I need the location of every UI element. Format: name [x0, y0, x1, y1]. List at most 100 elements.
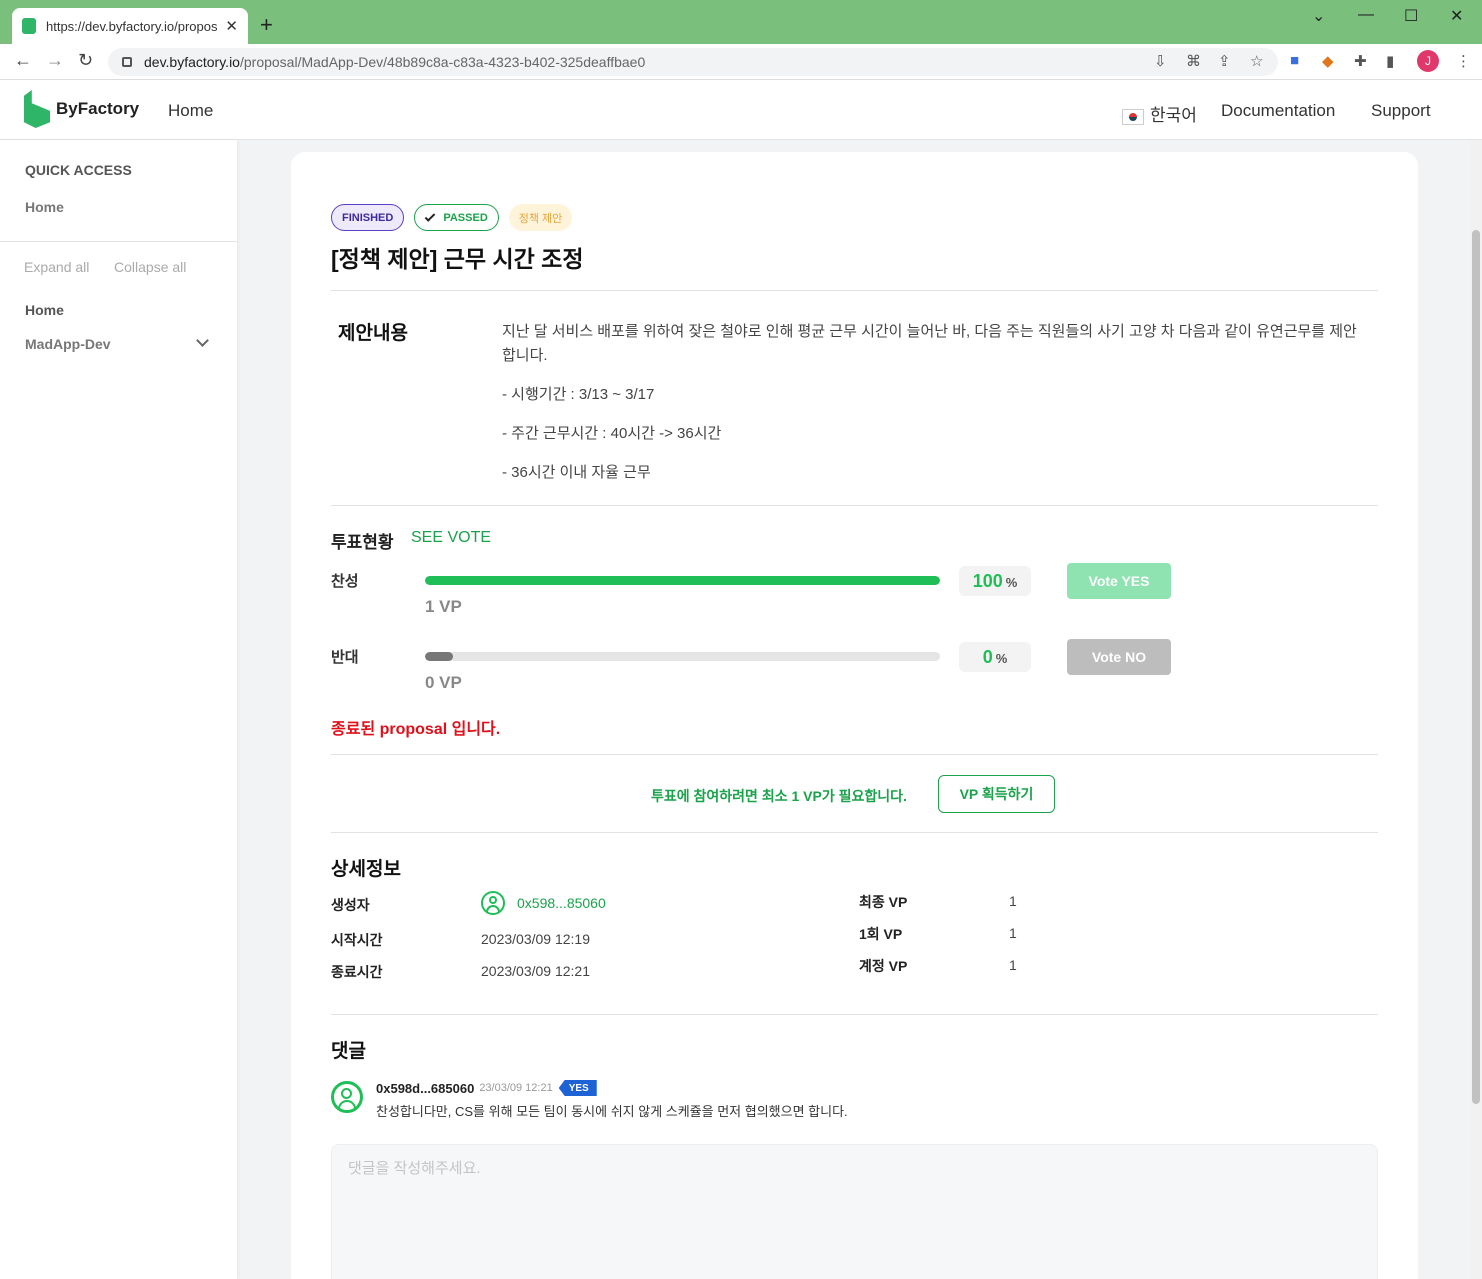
quick-access-home[interactable]: Home — [25, 199, 64, 215]
documentation-link[interactable]: Documentation — [1221, 101, 1335, 121]
yes-progress-fill — [425, 576, 940, 585]
puzzle-extensions-icon[interactable]: ✚ — [1354, 52, 1367, 70]
result-badge: PASSED — [414, 204, 499, 231]
address-bar[interactable]: dev.byfactory.io/proposal/MadApp-Dev/48b… — [108, 48, 1278, 76]
browser-tab-strip: https://dev.byfactory.io/proposa ✕ + ⌄ —… — [0, 0, 1482, 44]
divider — [331, 1014, 1378, 1015]
content-line: - 주간 근무시간 : 40시간 -> 36시간 — [502, 425, 722, 442]
comment-header: 0x598d...685060 23/03/09 12:21 YES — [376, 1080, 597, 1096]
chevron-down-icon[interactable] — [196, 334, 209, 347]
tab-title: https://dev.byfactory.io/proposa — [46, 18, 218, 34]
category-badge: 정책 제안 — [508, 204, 573, 231]
no-percent: 0% — [959, 642, 1031, 672]
comments-heading: 댓글 — [331, 1041, 366, 1062]
divider — [331, 832, 1378, 833]
end-time-label: 종료시간 — [331, 964, 383, 980]
expand-all-button[interactable]: Expand all — [24, 259, 89, 275]
maximize-icon[interactable]: ☐ — [1404, 6, 1418, 26]
new-tab-button[interactable]: + — [260, 12, 273, 38]
sidebar-item-home[interactable]: Home — [25, 302, 64, 318]
proposal-badges: FINISHED PASSED 정책 제안 — [331, 204, 573, 231]
final-vp-label: 최종 VP — [859, 894, 908, 910]
browser-tab[interactable]: https://dev.byfactory.io/proposa ✕ — [12, 8, 248, 44]
sidebar: QUICK ACCESS Home Expand all Collapse al… — [0, 140, 237, 1279]
yes-label: 찬성 — [331, 573, 359, 590]
get-vp-button[interactable]: VP 획득하기 — [938, 775, 1055, 813]
tab-search-icon[interactable]: ⌄ — [1312, 6, 1325, 26]
language-selector[interactable]: 한국어 — [1122, 101, 1197, 126]
side-panel-icon[interactable]: ▮ — [1386, 52, 1394, 70]
comment-author[interactable]: 0x598d...685060 — [376, 1081, 474, 1096]
metamask-fox-icon[interactable]: ◆ — [1322, 52, 1334, 70]
final-vp-value: 1 — [1009, 893, 1017, 909]
share-icon[interactable]: ⇪ — [1218, 52, 1231, 70]
check-icon — [425, 210, 436, 222]
percent-unit: % — [1005, 575, 1018, 590]
proposal-card: FINISHED PASSED 정책 제안 [정책 제안] 근무 시간 조정 제… — [291, 152, 1418, 1279]
vp-requirement-notice: 투표에 참여하려면 최소 1 VP가 필요합니다. — [651, 788, 907, 804]
comment-timestamp: 23/03/09 12:21 — [479, 1082, 553, 1094]
user-avatar-icon — [481, 891, 505, 915]
vote-no-button[interactable]: Vote NO — [1067, 639, 1171, 675]
content-label: 제안내용 — [338, 323, 408, 344]
creator-address[interactable]: 0x598...85060 — [481, 891, 606, 915]
account-vp-label: 계정 VP — [859, 958, 908, 974]
profile-avatar[interactable]: J — [1417, 50, 1439, 72]
content-paragraph: 지난 달 서비스 배포를 위하여 잦은 철야로 인해 평균 근무 시간이 늘어난… — [502, 323, 1357, 364]
no-progress-fill — [425, 652, 454, 661]
install-icon[interactable]: ⇩ — [1154, 52, 1167, 70]
yes-percent-value: 100 — [972, 570, 1003, 591]
once-vp-value: 1 — [1009, 925, 1017, 941]
status-badge: FINISHED — [331, 204, 405, 231]
minimize-icon[interactable]: — — [1358, 6, 1374, 24]
byfactory-logo-icon — [24, 90, 50, 128]
no-vp: 0 VP — [425, 673, 462, 692]
divider — [331, 754, 1378, 755]
reload-icon[interactable]: ↻ — [78, 50, 93, 71]
close-tab-icon[interactable]: ✕ — [225, 17, 238, 35]
percent-unit: % — [995, 651, 1008, 666]
end-time-value: 2023/03/09 12:21 — [481, 963, 590, 979]
forward-arrow-icon[interactable]: → — [46, 50, 64, 71]
start-time-label: 시작시간 — [331, 932, 383, 948]
language-label: 한국어 — [1150, 106, 1197, 125]
site-header: ByFactory Home 한국어 Documentation Support — [0, 80, 1482, 140]
details-heading: 상세정보 — [331, 859, 401, 880]
menu-dots-icon[interactable]: ⋮ — [1456, 52, 1471, 70]
byfactory-logo[interactable]: ByFactory — [24, 90, 139, 128]
scrollbar-thumb[interactable] — [1472, 230, 1480, 1104]
support-link[interactable]: Support — [1371, 101, 1431, 121]
page-scrollbar[interactable] — [1470, 140, 1482, 1279]
sidebar-item-madapp-dev[interactable]: MadApp-Dev — [25, 336, 111, 352]
brand-name: ByFactory — [56, 99, 140, 118]
no-progress-bar — [425, 652, 940, 661]
proposal-ended-notice: 종료된 proposal 입니다. — [331, 721, 501, 738]
collapse-all-button[interactable]: Collapse all — [114, 259, 186, 275]
bookmark-star-icon[interactable]: ☆ — [1250, 52, 1263, 70]
content-line: - 36시간 이내 자율 근무 — [502, 464, 651, 481]
site-favicon-icon — [22, 18, 36, 34]
vote-yes-button[interactable]: Vote YES — [1067, 563, 1171, 599]
back-arrow-icon[interactable]: ← — [14, 50, 32, 71]
result-badge-label: PASSED — [443, 211, 488, 224]
yes-percent: 100% — [959, 566, 1031, 596]
content-line: - 시행기간 : 3/13 ~ 3/17 — [502, 386, 655, 403]
translate-icon[interactable]: ⌘ — [1186, 52, 1201, 70]
sidebar-divider — [0, 241, 237, 242]
divider — [331, 290, 1378, 291]
close-window-icon[interactable]: ✕ — [1450, 6, 1463, 26]
no-percent-value: 0 — [982, 646, 993, 667]
quick-access-heading: QUICK ACCESS — [25, 162, 132, 178]
yes-progress-bar — [425, 576, 940, 585]
extension-icon[interactable]: ■ — [1290, 52, 1299, 69]
proposal-content: 지난 달 서비스 배포를 위하여 잦은 철야로 인해 평균 근무 시간이 늘어난… — [502, 320, 1362, 500]
nav-home-link[interactable]: Home — [168, 101, 213, 121]
no-label: 반대 — [331, 649, 359, 666]
comment-text: 찬성합니다만, CS를 위해 모든 팀이 동시에 쉬지 않게 스케쥴을 먼저 협… — [376, 1104, 848, 1119]
see-vote-link[interactable]: SEE VOTE — [411, 529, 491, 547]
comment-vote-badge: YES — [558, 1080, 597, 1096]
url-path: /proposal/MadApp-Dev/48b89c8a-c83a-4323-… — [239, 54, 646, 70]
vote-status-heading: 투표현황 — [331, 533, 394, 552]
creator-label: 생성자 — [331, 897, 370, 913]
comment-input[interactable] — [331, 1144, 1378, 1279]
